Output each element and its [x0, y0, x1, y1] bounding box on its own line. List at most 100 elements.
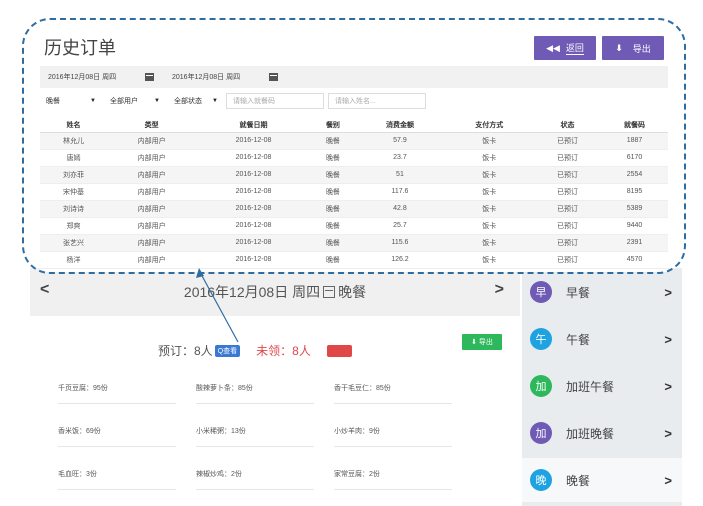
- meal-menu-item-overtime-lunch[interactable]: 加 加班午餐 >: [522, 364, 682, 408]
- meal-export-button[interactable]: ⬇ 导出: [462, 334, 502, 350]
- chevron-right-icon: >: [664, 331, 672, 347]
- end-calendar-button[interactable]: [264, 69, 282, 85]
- column-header[interactable]: 餐别: [310, 118, 356, 133]
- calendar-icon[interactable]: [323, 286, 336, 298]
- table-cell: 2016-12-08: [196, 234, 311, 252]
- caret-down-icon: ▼: [90, 98, 96, 104]
- table-cell: 已预订: [533, 149, 601, 167]
- meal-menu-item-overtime-dinner[interactable]: 加 加班晚餐 >: [522, 411, 682, 455]
- order-summary: 预订：8人 Q查看 未领：8人 Q查看: [158, 342, 353, 359]
- user-type-select[interactable]: 全部用户 ▼: [104, 93, 166, 109]
- table-cell: 2016-12-08: [196, 132, 311, 150]
- column-header[interactable]: 就餐码: [600, 118, 668, 133]
- start-calendar-button[interactable]: [140, 69, 158, 85]
- dish-item: 小米稀粥：13份: [196, 426, 314, 447]
- dish-item: 辣椒炒鸡：2份: [196, 469, 314, 490]
- page-title: 历史订单: [44, 38, 116, 58]
- column-header[interactable]: 消费金额: [355, 118, 445, 133]
- view-reserved-button[interactable]: Q查看: [214, 344, 241, 357]
- dish-item: 毛血旺：3份: [58, 469, 176, 490]
- caret-down-icon: ▼: [154, 98, 160, 104]
- previous-day-icon[interactable]: <: [40, 281, 49, 299]
- table-cell: 9440: [600, 217, 668, 235]
- table-cell: 晚餐: [310, 217, 356, 235]
- table-cell: 饭卡: [444, 217, 534, 235]
- calendar-icon: [144, 73, 154, 81]
- table-cell: 2016-12-08: [196, 217, 311, 235]
- meal-code-input[interactable]: 请输入就餐码: [226, 93, 324, 109]
- meal-menu-item-breakfast[interactable]: 早 早餐 >: [522, 270, 682, 314]
- table-row[interactable]: 杨洋 内部用户 2016-12-08 晚餐 126.2 饭卡 已预订 4570: [40, 251, 668, 269]
- column-header[interactable]: 支付方式: [444, 118, 534, 133]
- meal-type-menu: 早 早餐 > 午 午餐 > 加 加班午餐 > 加 加班晚餐 > 晚 晚餐 >: [522, 268, 682, 506]
- meal-menu-label: 晚餐: [566, 473, 591, 488]
- chevron-right-icon: >: [664, 378, 672, 394]
- meal-select[interactable]: 晚餐 ▼: [40, 93, 102, 109]
- table-cell: 已预订: [533, 183, 601, 201]
- view-unclaimed-button[interactable]: Q查看: [326, 344, 353, 357]
- meal-badge: 午: [530, 328, 552, 350]
- table-cell: 已预订: [533, 251, 601, 269]
- table-cell: 晚餐: [310, 149, 356, 167]
- table-row[interactable]: 林允儿 内部用户 2016-12-08 晚餐 57.9 饭卡 已预订 1887: [40, 132, 668, 150]
- table-cell: 晚餐: [310, 200, 356, 218]
- dish-item: 千页豆腐：95份: [58, 383, 176, 404]
- table-cell: 晚餐: [310, 183, 356, 201]
- table-cell: 内部用户: [107, 234, 197, 252]
- chevron-right-icon: >: [664, 472, 672, 488]
- table-cell: 内部用户: [107, 217, 197, 235]
- table-cell: 2016-12-08: [196, 183, 311, 201]
- table-row[interactable]: 郑爽 内部用户 2016-12-08 晚餐 25.7 饭卡 已预订 9440: [40, 217, 668, 235]
- table-cell: 2016-12-08: [196, 166, 311, 184]
- back-button[interactable]: ◀◀ 返回: [534, 36, 596, 60]
- search-filter-row: 晚餐 ▼ 全部用户 ▼ 全部状态 ▼ 请输入就餐码 请输入姓名...: [40, 90, 668, 112]
- export-label: 导出: [632, 43, 651, 54]
- name-search-input[interactable]: 请输入姓名...: [328, 93, 426, 109]
- calendar-icon: [268, 73, 278, 81]
- meal-date-title: 2016年12月08日 周四: [183, 284, 321, 300]
- back-label: 返回: [565, 43, 584, 55]
- dish-item: 小炒羊肉：9份: [334, 426, 452, 447]
- table-cell: 已预订: [533, 166, 601, 184]
- table-cell: 刘诗诗: [40, 200, 107, 218]
- date-filter-row: 2016年12月08日 周四 2016年12月08日 周四: [40, 66, 668, 88]
- start-date-input[interactable]: 2016年12月08日 周四: [40, 69, 136, 85]
- table-cell: 2016-12-08: [196, 251, 311, 269]
- table-cell: 2016-12-08: [196, 200, 311, 218]
- column-header[interactable]: 类型: [107, 118, 197, 133]
- table-cell: 晚餐: [310, 251, 356, 269]
- column-header[interactable]: 姓名: [40, 118, 107, 133]
- column-header[interactable]: 状态: [533, 118, 601, 133]
- table-row[interactable]: 刘诗诗 内部用户 2016-12-08 晚餐 42.8 饭卡 已预订 5389: [40, 200, 668, 218]
- table-cell: 5389: [600, 200, 668, 218]
- meal-menu-item-dinner[interactable]: 晚 晚餐 >: [522, 458, 682, 502]
- table-cell: 42.8: [355, 200, 445, 218]
- meal-menu-item-lunch[interactable]: 午 午餐 >: [522, 317, 682, 361]
- table-cell: 2016-12-08: [196, 149, 311, 167]
- table-cell: 晚餐: [310, 132, 356, 150]
- table-cell: 内部用户: [107, 251, 197, 269]
- table-cell: 杨洋: [40, 251, 107, 269]
- meal-type-title: 晚餐: [338, 284, 367, 300]
- table-row[interactable]: 张艺兴 内部用户 2016-12-08 晚餐 115.6 饭卡 已预订 2391: [40, 234, 668, 252]
- table-cell: 1887: [600, 132, 668, 150]
- chevron-right-icon: >: [664, 284, 672, 300]
- table-row[interactable]: 刘亦菲 内部用户 2016-12-08 晚餐 51 饭卡 已预订 2554: [40, 166, 668, 184]
- order-table: 姓名 类型 就餐日期 餐别 消费金额 支付方式 状态 就餐码 林允儿 内部用户 20…: [40, 118, 668, 269]
- next-day-icon[interactable]: >: [495, 281, 504, 299]
- table-row[interactable]: 唐嫣 内部用户 2016-12-08 晚餐 23.7 饭卡 已预订 6170: [40, 149, 668, 167]
- download-icon: ⬇: [471, 339, 479, 346]
- table-cell: 唐嫣: [40, 149, 107, 167]
- table-cell: 内部用户: [107, 132, 197, 150]
- meal-badge: 加: [530, 422, 552, 444]
- meal-export-label: 导出: [478, 339, 493, 346]
- date-navigation-bar: < 2016年12月08日 周四 晚餐 >: [30, 268, 520, 316]
- table-cell: 117.6: [355, 183, 445, 201]
- table-row[interactable]: 宋仲基 内部用户 2016-12-08 晚餐 117.6 饭卡 已预订 8195: [40, 183, 668, 201]
- end-date-input[interactable]: 2016年12月08日 周四: [164, 69, 260, 85]
- column-header[interactable]: 就餐日期: [196, 118, 311, 133]
- table-cell: 郑爽: [40, 217, 107, 235]
- status-select[interactable]: 全部状态 ▼: [168, 93, 224, 109]
- dish-item: 家常豆腐：2份: [334, 469, 452, 490]
- export-button[interactable]: ⬇ 导出: [602, 36, 664, 60]
